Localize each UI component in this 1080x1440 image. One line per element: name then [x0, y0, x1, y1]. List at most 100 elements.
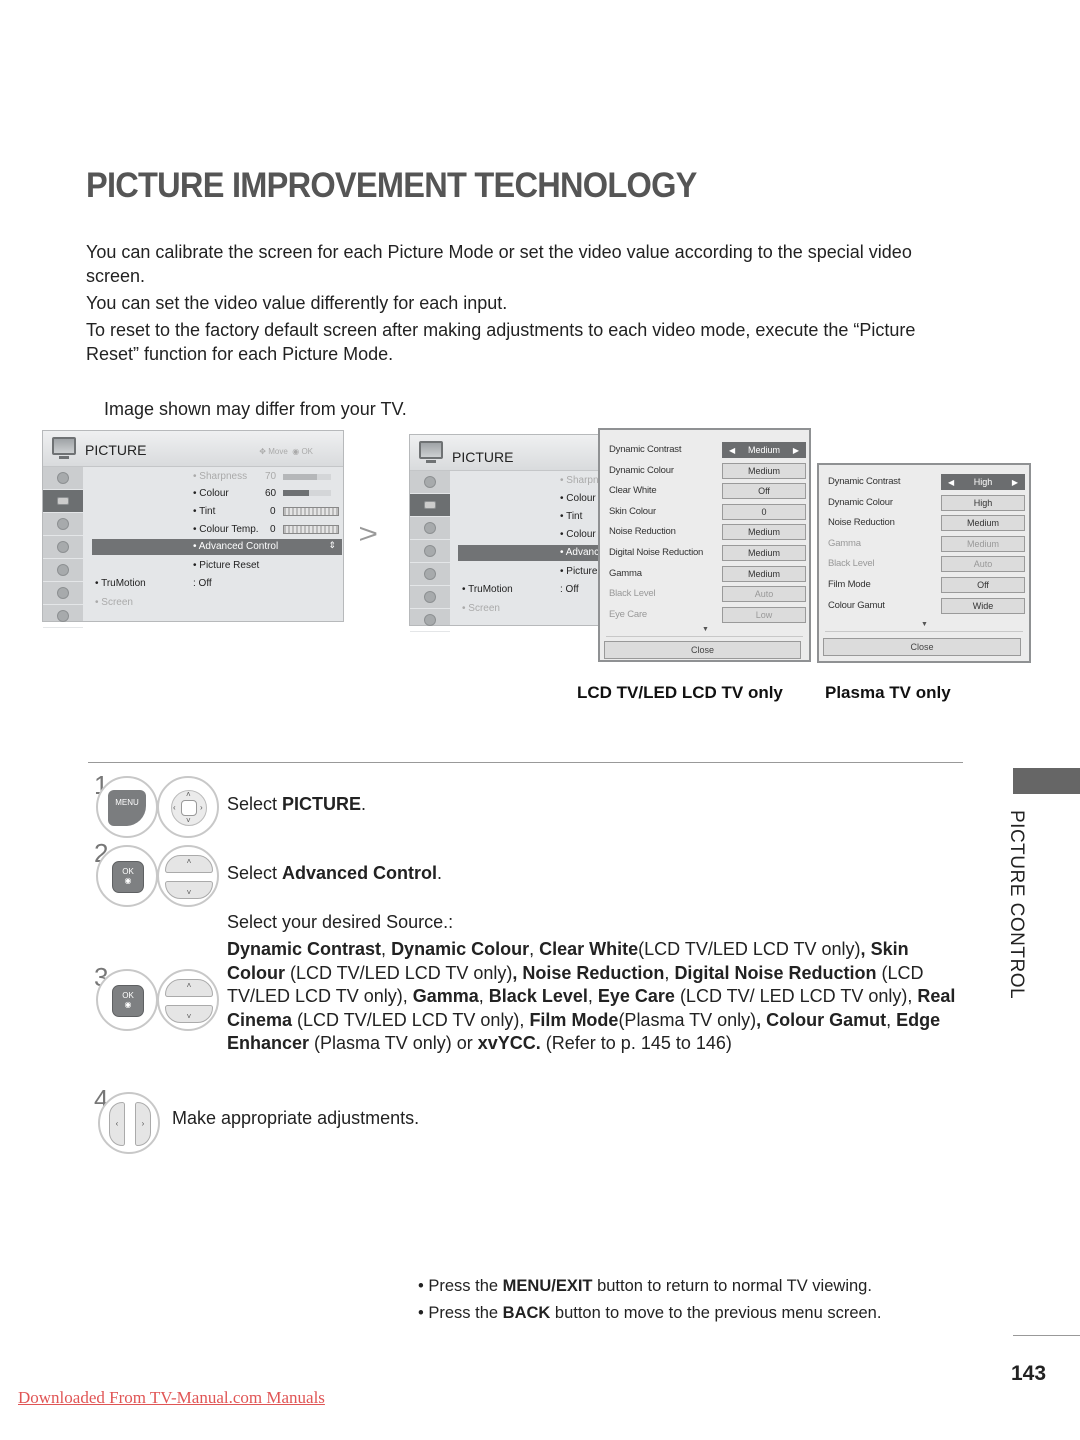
menu-item-trumotion[interactable]: • TruMotion	[95, 578, 146, 589]
menu-item-sharpness[interactable]: • Sharpness	[193, 471, 247, 482]
lock-icon[interactable]	[410, 563, 450, 586]
menu-item[interactable]: • Sharpn	[560, 475, 599, 486]
popup-option-value[interactable]: ◀ Medium ▶	[722, 442, 806, 458]
scroll-down-icon[interactable]: ▼	[702, 626, 709, 633]
menu-item[interactable]: • Tint	[560, 511, 582, 522]
picture-mode-icon[interactable]	[410, 471, 450, 494]
time-icon[interactable]	[43, 536, 83, 559]
step-3-intro: Select your desired Source.:	[227, 912, 454, 932]
menu-key-illustration: MENU	[96, 776, 158, 838]
up-arrow-icon: ˄	[165, 855, 213, 873]
page-number-rule	[1013, 1335, 1080, 1336]
popup-option-value[interactable]: Medium	[722, 524, 806, 541]
option-note: ,	[886, 1009, 897, 1030]
picture-icon[interactable]	[43, 490, 83, 513]
menu-item-colour-temp[interactable]: • Colour Temp.	[193, 524, 259, 535]
page-number: 143	[1011, 1362, 1047, 1385]
close-button[interactable]: Close	[823, 638, 1021, 656]
popup-option-label: Noise Reduction	[609, 526, 676, 538]
option-name: ,	[860, 939, 866, 959]
option-name: Clear White	[539, 939, 639, 959]
option-icon[interactable]	[43, 582, 83, 605]
option-note: (LCD TV/LED LCD TV only)	[638, 939, 861, 959]
lock-icon[interactable]	[43, 559, 83, 582]
popup-option-label: Black Level	[828, 558, 875, 570]
popup-option-value[interactable]: Wide	[941, 597, 1025, 614]
menu-item-trumotion[interactable]: • TruMotion	[462, 584, 513, 595]
scroll-down-icon[interactable]: ▼	[921, 621, 928, 628]
advanced-control-popup-lcd: Dynamic Contrast ◀ Medium ▶ Dynamic Colour Me…	[598, 428, 811, 662]
sharpness-bar[interactable]	[283, 474, 331, 480]
popup-option-value[interactable]: Off	[722, 483, 806, 500]
right-arrow-icon[interactable]: ▶	[1012, 475, 1018, 490]
option-note: (Plasma TV only)	[618, 1009, 757, 1030]
step-3-options-text: Dynamic Contrast, Dynamic Colour, Clear …	[227, 938, 957, 1056]
time-icon[interactable]	[410, 540, 450, 563]
tv-menu-hint: ✥ Move ◉ OK	[259, 447, 313, 456]
menu-item[interactable]: • Colour	[560, 529, 596, 540]
picture-mode-icon[interactable]	[43, 467, 83, 490]
audio-icon[interactable]	[43, 513, 83, 536]
popup-option-value[interactable]: Medium	[941, 535, 1025, 552]
menu-item-picture-reset[interactable]: • Picture Reset	[193, 560, 259, 571]
network-icon[interactable]	[410, 609, 450, 632]
option-name: Black Level	[488, 986, 588, 1007]
popup-option-value[interactable]: Auto	[722, 586, 806, 603]
menu-item-tint[interactable]: • Tint	[193, 506, 215, 517]
audio-icon[interactable]	[410, 517, 450, 540]
move-icon: ✥	[259, 447, 269, 456]
network-icon[interactable]	[43, 605, 83, 628]
download-source-link[interactable]: Downloaded From TV-Manual.com Manuals	[18, 1388, 325, 1408]
intro-paragraph: You can set the video value differently …	[86, 293, 508, 313]
popup-option-value[interactable]: High	[941, 494, 1025, 511]
popup-option-value[interactable]: Auto	[941, 556, 1025, 573]
popup-option-label: Dynamic Colour	[828, 496, 893, 508]
tv-icon	[52, 437, 76, 459]
menu-item-advanced-control[interactable]: • Advanced Control ⇕	[92, 539, 342, 555]
option-name: Digital Noise Reduction	[674, 962, 877, 983]
popup-option-value[interactable]: Medium	[722, 565, 806, 582]
colour-bar[interactable]	[283, 490, 331, 496]
popup-option-value[interactable]: Medium	[722, 462, 806, 479]
menu-item-advanced-control[interactable]: • Advanc	[458, 545, 610, 561]
right-arrow-icon[interactable]: ▶	[793, 443, 799, 458]
menu-item[interactable]: • Colour	[560, 493, 596, 504]
popup-option-value[interactable]: Low	[722, 606, 806, 623]
menu-item-colour[interactable]: • Colour	[193, 488, 229, 499]
bar-fill	[283, 474, 317, 480]
menu-item[interactable]: • Picture	[560, 566, 597, 577]
option-note: ,	[381, 939, 392, 959]
plasma-caption: Plasma TV only	[825, 683, 951, 702]
option-note: ,	[587, 986, 598, 1007]
ok-key-illustration: OK ◉	[96, 969, 158, 1031]
menu-item-screen[interactable]: • Screen	[95, 597, 133, 608]
left-arrow-icon[interactable]: ◀	[948, 475, 954, 490]
option-icon[interactable]	[410, 586, 450, 609]
dpad-illustration: ˄ ˅ ‹ ›	[157, 776, 219, 838]
popup-option-label: Noise Reduction	[828, 517, 895, 529]
option-note: (LCD TV/ LED LCD TV only),	[674, 986, 918, 1007]
close-button[interactable]: Close	[604, 641, 801, 659]
popup-option-value[interactable]: 0	[722, 503, 806, 520]
popup-option-label: Black Level	[609, 588, 656, 600]
popup-option-value[interactable]: Medium	[722, 545, 806, 561]
menu-item-screen[interactable]: • Screen	[462, 603, 500, 614]
up-arrow-icon: ˄	[186, 790, 191, 799]
tint-slider[interactable]	[283, 507, 339, 516]
tv-picture-menu-background: PICTURE • Sharpn • Colour • Tint • Colou…	[409, 434, 610, 632]
colour-temp-slider[interactable]	[283, 525, 339, 534]
down-arrow-icon: ˅	[165, 881, 213, 899]
tv-icon	[419, 441, 443, 463]
popup-option-value[interactable]: ◀ High ▶	[941, 474, 1025, 490]
chapter-tab	[1013, 768, 1080, 794]
picture-icon[interactable]	[410, 494, 450, 517]
popup-option-value[interactable]: Medium	[941, 515, 1025, 532]
tv-menu-sidebar	[43, 467, 83, 628]
popup-option-value[interactable]: Off	[941, 577, 1025, 593]
up-down-icon: ⇕	[328, 540, 336, 550]
advanced-control-popup-plasma: Dynamic Contrast ◀ High ▶ Dynamic Colour High…	[817, 463, 1031, 663]
option-name: Eye Care	[597, 986, 675, 1007]
chapter-label: PICTURE CONTROL	[1006, 810, 1027, 1000]
left-arrow-icon[interactable]: ◀	[729, 443, 735, 458]
popup-option-label: Film Mode	[828, 579, 871, 590]
